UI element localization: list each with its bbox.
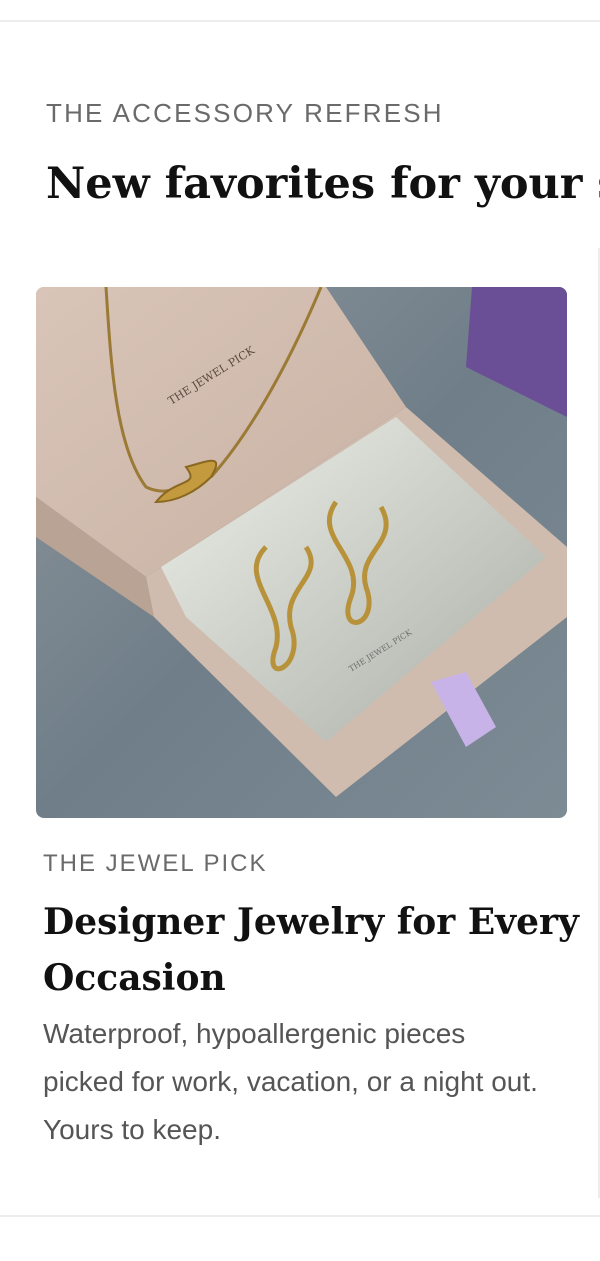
product-image[interactable]: THE JEWEL PICK THE JEWEL PICK (36, 287, 567, 818)
section-kicker: THE ACCESSORY REFRESH (46, 98, 444, 128)
section-title: New favorites for your spring lineup (46, 159, 600, 209)
jewelry-box-illustration: THE JEWEL PICK THE JEWEL PICK (36, 287, 567, 818)
product-card[interactable]: THE JEWEL PICK THE JEWEL PICK THE JEWEL … (0, 248, 600, 1198)
card-title[interactable]: Designer Jewelry for Every Occasion (43, 894, 583, 1006)
card-brand: THE JEWEL PICK (43, 850, 268, 877)
top-divider (0, 20, 600, 22)
page: THE ACCESSORY REFRESH New favorites for … (0, 0, 600, 1261)
card-description: Waterproof, hypoallergenic pieces picked… (43, 1018, 538, 1145)
bottom-divider (0, 1215, 600, 1217)
